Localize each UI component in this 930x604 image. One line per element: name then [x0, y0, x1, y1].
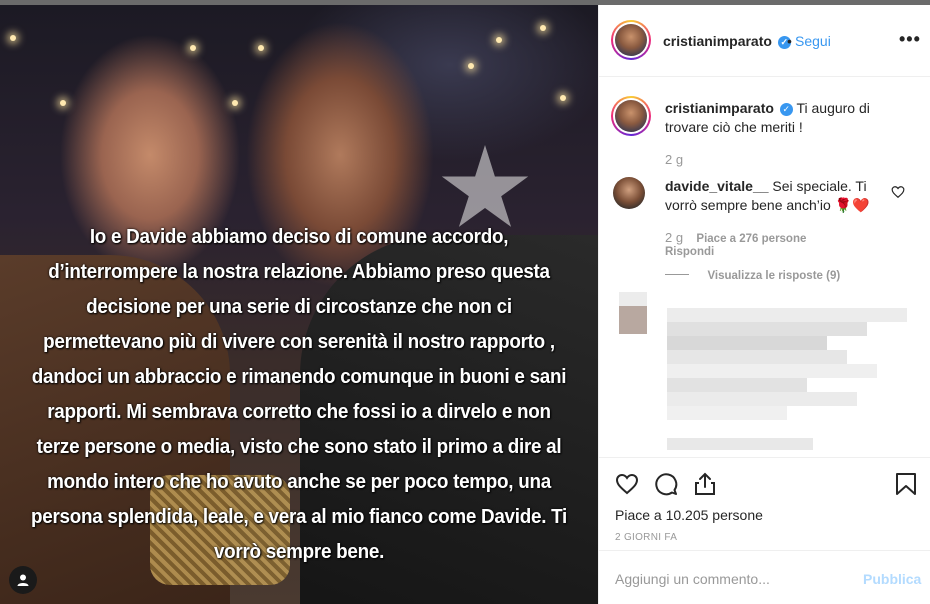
comment-input[interactable]: Aggiungi un commento...	[615, 571, 770, 587]
string-light	[60, 100, 66, 106]
heart-icon[interactable]	[615, 472, 639, 496]
photo-caption-text: Io e Davide abbiamo deciso di comune acc…	[24, 219, 574, 569]
photo-caption-line: d’interrompere la nostra relazione. Abbi…	[48, 260, 550, 283]
person-icon	[17, 574, 29, 586]
photo-caption-line: Io e Davide abbiamo deciso di comune acc…	[89, 225, 509, 248]
photo-caption-line: permettevano più di vivere con serenità …	[43, 330, 555, 353]
caption-avatar[interactable]	[611, 96, 651, 136]
comment-meta: 2 g Piace a 276 persone	[665, 230, 806, 245]
comment-composer: Aggiungi un commento... Pubblica	[599, 550, 930, 604]
more-options-icon[interactable]: •••	[899, 29, 921, 50]
post-actions: Piace a 10.205 persone 2 GIORNI FA	[599, 457, 930, 547]
string-light	[540, 25, 546, 31]
photo-caption-line: vorrò sempre bene.	[213, 540, 385, 563]
caption-username[interactable]: cristianimparato	[665, 100, 774, 116]
photo-caption-line: rapporti. Mi sembrava corretto che fossi…	[47, 400, 551, 423]
author-username[interactable]: cristianimparato	[663, 33, 772, 49]
author-avatar[interactable]	[611, 20, 651, 60]
header-separator: •	[787, 33, 792, 49]
string-light	[468, 63, 474, 69]
photo-caption-line: mondo intero che ho avuto anche se per p…	[47, 470, 551, 493]
string-light	[496, 37, 502, 43]
comment-block: davide_vitale__ Sei speciale. Ti vorrò s…	[665, 177, 885, 215]
string-light	[560, 95, 566, 101]
string-light	[232, 100, 238, 106]
follow-button[interactable]: Segui	[795, 33, 831, 49]
tagged-users-button[interactable]	[9, 566, 37, 594]
view-replies-label[interactable]: Visualizza le risposte (9)	[707, 270, 840, 282]
comment-icon[interactable]	[654, 472, 678, 496]
post-header: cristianimparato ✓ • Segui •••	[599, 5, 930, 77]
comment-likes[interactable]: Piace a 276 persone	[696, 233, 806, 245]
verified-badge-icon: ✓	[779, 102, 793, 116]
replies-divider	[665, 274, 689, 276]
comment-username[interactable]: davide_vitale__	[665, 178, 769, 194]
view-replies[interactable]: Visualizza le risposte (9)	[665, 266, 840, 284]
pixelated-comments	[619, 292, 919, 452]
likes-count[interactable]: Piace a 10.205 persone	[615, 507, 763, 523]
photo-caption-line: terze persone o media, visto che sono st…	[36, 435, 562, 458]
caption-block: cristianimparato ✓ Ti auguro di trovare …	[665, 99, 905, 137]
photo-caption-line: persona splendida, leale, e vera al mio …	[31, 505, 567, 528]
publish-button[interactable]: Pubblica	[863, 571, 921, 587]
comment-time[interactable]: 2 g	[665, 230, 683, 245]
photo-caption-line: decisione per una serie di circostanze c…	[86, 295, 512, 318]
comment-like-heart-icon[interactable]	[891, 185, 905, 199]
bookmark-icon[interactable]	[895, 472, 917, 496]
caption-time[interactable]: 2 g	[665, 152, 683, 167]
photo-caption-line: dandoci un abbraccio e rimanendo comunqu…	[31, 365, 567, 388]
string-light	[190, 45, 196, 51]
share-icon[interactable]	[693, 471, 717, 497]
post-date[interactable]: 2 GIORNI FA	[615, 532, 677, 543]
post-sidebar: cristianimparato ✓ • Segui ••• cristiani…	[598, 5, 930, 604]
string-light	[10, 35, 16, 41]
reply-button[interactable]: Rispondi	[665, 246, 714, 258]
post-photo[interactable]: Io e Davide abbiamo deciso di comune acc…	[0, 5, 598, 604]
string-light	[258, 45, 264, 51]
commenter-avatar[interactable]	[613, 177, 645, 209]
